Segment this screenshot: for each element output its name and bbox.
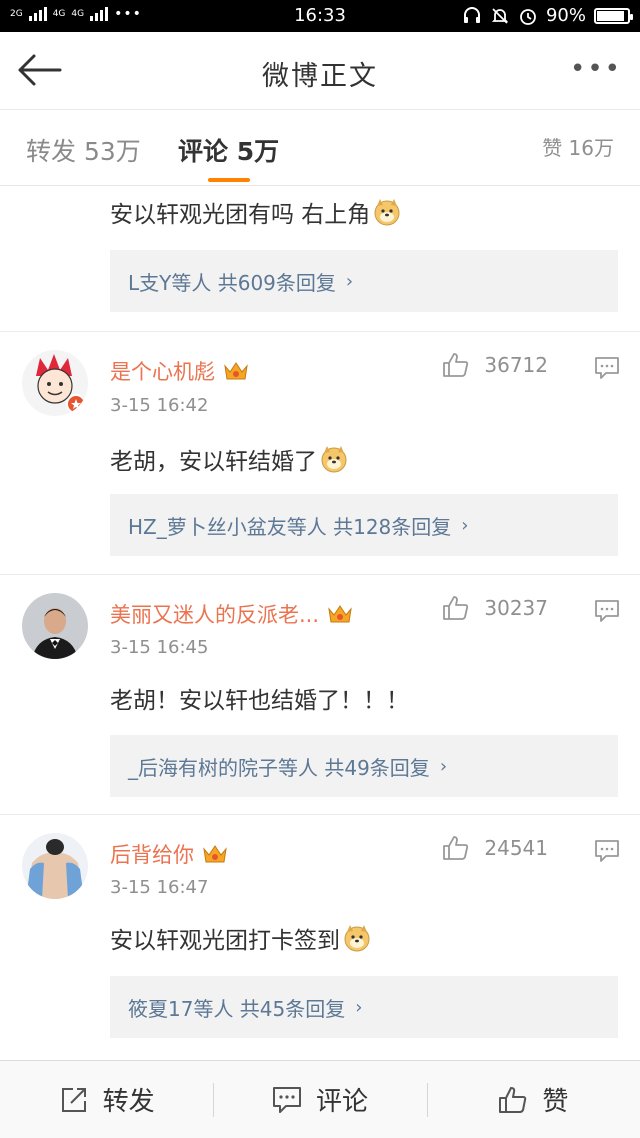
reply-summary-link[interactable]: L支Y等人 共609条回复 › bbox=[110, 250, 618, 312]
like-count: 30237 bbox=[484, 596, 548, 620]
avatar[interactable] bbox=[22, 350, 88, 416]
username-text: 美丽又迷人的反派老... bbox=[110, 603, 320, 627]
comment-time: 3-15 16:47 bbox=[110, 877, 209, 898]
tab-active-indicator bbox=[208, 178, 250, 182]
avatar-image bbox=[22, 350, 88, 416]
repost-button[interactable]: 转发 bbox=[0, 1061, 213, 1138]
doge-emoji-icon bbox=[374, 199, 400, 226]
comment-text-content: 老胡，安以轩结婚了 bbox=[110, 449, 317, 475]
tab-repost[interactable]: 转发 53万 bbox=[26, 132, 141, 168]
like-button[interactable]: 30237 bbox=[442, 595, 548, 621]
tab-like[interactable]: 赞 16万 bbox=[542, 132, 614, 161]
comment-icon bbox=[272, 1086, 301, 1113]
reply-summary-text: _后海有树的院子等人 共49条回复 bbox=[128, 755, 430, 780]
status-right: 90% bbox=[462, 5, 633, 26]
username[interactable]: 后背给你 bbox=[110, 839, 228, 869]
like-button[interactable]: 36712 bbox=[442, 352, 548, 378]
crown-badge-icon bbox=[224, 362, 248, 380]
chevron-right-icon: › bbox=[355, 996, 363, 1018]
headset-icon bbox=[463, 6, 480, 23]
page-title: 微博正文 bbox=[262, 61, 378, 92]
comment-button[interactable]: 评论 bbox=[213, 1061, 426, 1138]
reply-icon[interactable] bbox=[594, 599, 620, 623]
comment-text-content: 老胡！安以轩也结婚了！！！ bbox=[110, 688, 409, 714]
comment-text: 老胡！安以轩也结婚了！！！ bbox=[110, 681, 409, 715]
bottom-toolbar: 转发 评论 赞 bbox=[0, 1060, 640, 1138]
battery-percent: 90% bbox=[545, 5, 586, 26]
username-text: 后背给你 bbox=[110, 843, 194, 867]
comment-time: 3-15 16:45 bbox=[110, 637, 209, 658]
thumbs-up-icon bbox=[443, 353, 469, 377]
comment-text: 老胡，安以轩结婚了 bbox=[110, 442, 349, 476]
username-text: 是个心机彪 bbox=[110, 360, 215, 384]
avatar[interactable] bbox=[22, 593, 88, 659]
like-button[interactable]: 24541 bbox=[442, 835, 548, 861]
comment-text-content: 安以轩观光团有吗 右上角 bbox=[110, 202, 371, 228]
nav-bar: 微博正文 ••• bbox=[0, 32, 640, 110]
mute-bell-icon bbox=[491, 7, 509, 24]
thumbs-up-icon bbox=[499, 1086, 527, 1113]
reply-summary-text: HZ_萝卜丝小盆友等人 共128条回复 bbox=[128, 514, 452, 539]
tab-bar: 转发 53万 评论 5万 赞 16万 bbox=[0, 110, 640, 186]
avatar-image bbox=[22, 833, 88, 899]
chevron-right-icon: › bbox=[345, 270, 354, 292]
comment-text-content: 安以轩观光团打卡签到 bbox=[110, 928, 340, 954]
comment-text: 安以轩观光团打卡签到 bbox=[110, 921, 372, 955]
like-label: 赞 bbox=[542, 1087, 569, 1117]
comment-list[interactable]: 安以轩观光团有吗 右上角 L支Y等人 共609条回复 › 是个心机彪 3-15 … bbox=[0, 187, 640, 1060]
comment-item: 后背给你 3-15 16:47 24541 安以轩观光团打卡签到 筱夏17等人 … bbox=[0, 815, 640, 1060]
repost-label: 转发 bbox=[102, 1087, 155, 1117]
reply-icon[interactable] bbox=[594, 356, 620, 380]
chevron-right-icon: › bbox=[461, 514, 469, 536]
thumbs-up-icon bbox=[443, 596, 469, 620]
comment-item: 美丽又迷人的反派老... 3-15 16:45 30237 老胡！安以轩也结婚了… bbox=[0, 575, 640, 815]
alarm-icon bbox=[520, 8, 536, 25]
battery-icon bbox=[594, 7, 633, 24]
more-menu-icon[interactable]: ••• bbox=[570, 54, 622, 84]
thumbs-up-icon bbox=[443, 836, 469, 860]
reply-summary-text: L支Y等人 共609条回复 bbox=[128, 270, 336, 295]
comment-label: 评论 bbox=[315, 1087, 368, 1117]
comment-item: 安以轩观光团有吗 右上角 L支Y等人 共609条回复 › bbox=[0, 187, 640, 332]
username[interactable]: 美丽又迷人的反派老... bbox=[110, 599, 353, 629]
reply-summary-link[interactable]: 筱夏17等人 共45条回复 › bbox=[110, 976, 618, 1038]
comment-time: 3-15 16:42 bbox=[110, 395, 209, 416]
doge-emoji-icon bbox=[321, 446, 347, 473]
reply-icon[interactable] bbox=[594, 839, 620, 863]
username[interactable]: 是个心机彪 bbox=[110, 356, 249, 386]
like-count: 36712 bbox=[484, 353, 548, 377]
crown-badge-icon bbox=[203, 845, 227, 863]
status-bar: 2G 4G 4G ••• 16:33 90% bbox=[0, 0, 640, 32]
comment-text: 安以轩观光团有吗 右上角 bbox=[110, 195, 402, 229]
like-count: 24541 bbox=[484, 836, 548, 860]
crown-badge-icon bbox=[328, 605, 352, 623]
avatar[interactable] bbox=[22, 833, 88, 899]
repost-icon bbox=[61, 1087, 86, 1112]
reply-summary-text: 筱夏17等人 共45条回复 bbox=[128, 996, 346, 1021]
doge-emoji-icon bbox=[344, 925, 370, 952]
reply-summary-link[interactable]: HZ_萝卜丝小盆友等人 共128条回复 › bbox=[110, 494, 618, 556]
like-post-button[interactable]: 赞 bbox=[426, 1061, 640, 1138]
avatar-image bbox=[22, 593, 88, 659]
reply-summary-link[interactable]: _后海有树的院子等人 共49条回复 › bbox=[110, 735, 618, 797]
chevron-right-icon: › bbox=[439, 755, 448, 777]
comment-item: 是个心机彪 3-15 16:42 36712 老胡，安以轩结婚了 HZ_萝卜丝小… bbox=[0, 332, 640, 575]
